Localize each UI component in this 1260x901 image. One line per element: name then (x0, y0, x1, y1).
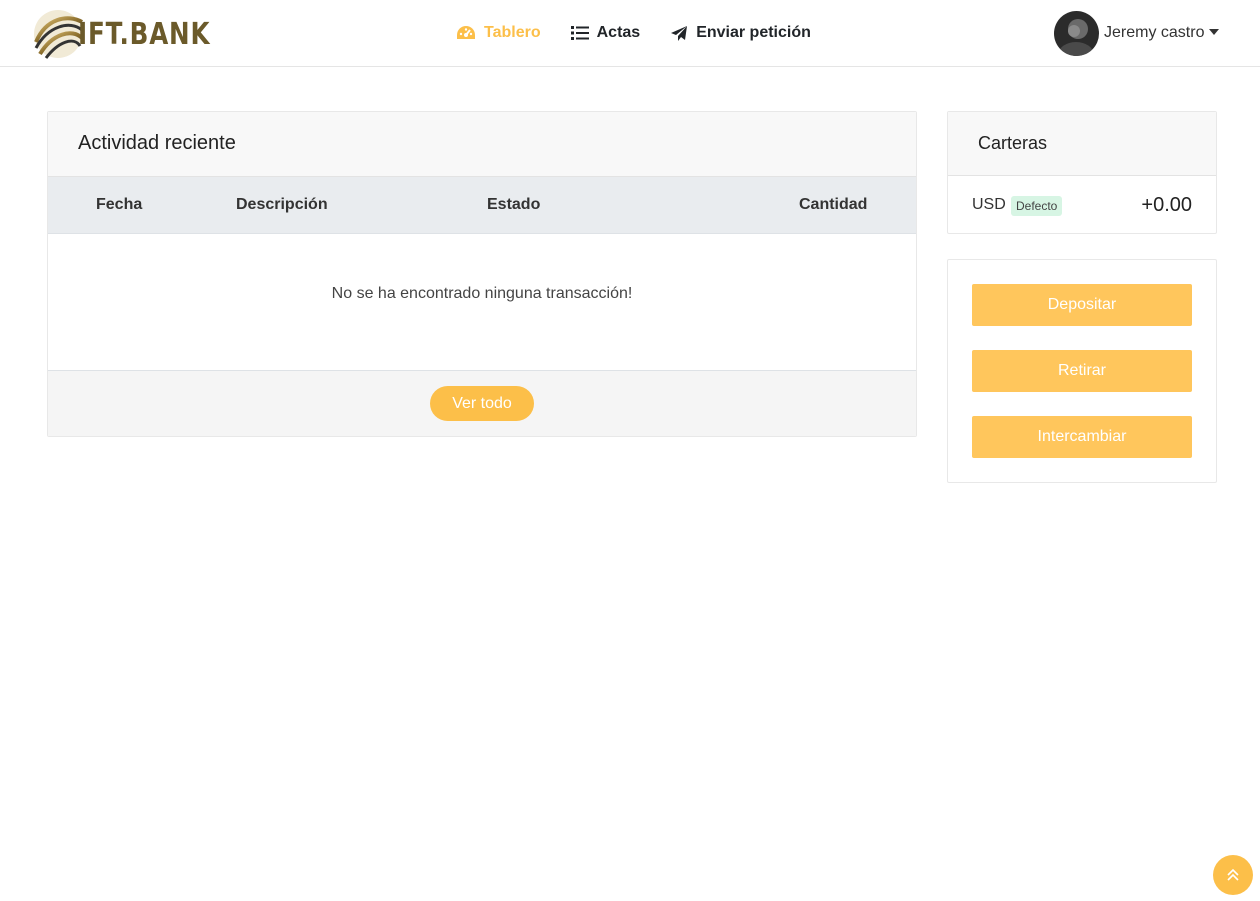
card-title: Carteras (948, 112, 1216, 176)
main-nav: Tablero Actas Enviar petición (456, 24, 841, 42)
view-all-button[interactable]: Ver todo (430, 386, 534, 421)
scroll-to-top-button[interactable] (1213, 855, 1253, 895)
logo-swirl-icon (34, 10, 84, 59)
chevron-down-icon (1209, 28, 1220, 35)
double-chevron-up-icon (1227, 868, 1239, 881)
wallet-currency: USD (972, 196, 1006, 213)
brand-logo[interactable]: IFT.BANK (32, 8, 239, 60)
top-navbar: IFT.BANK Tablero Actas Enviar petición J… (0, 0, 1260, 67)
default-badge: Defecto (1011, 196, 1063, 216)
exchange-button[interactable]: Intercambiar (972, 416, 1192, 458)
recent-activity-card: Actividad reciente Fecha Descripción Est… (47, 111, 917, 437)
withdraw-button[interactable]: Retirar (972, 350, 1192, 392)
avatar (1054, 11, 1099, 56)
nav-label: Tablero (484, 24, 541, 41)
column-header-fecha: Fecha (96, 196, 143, 213)
user-name: Jeremy castro (1104, 23, 1205, 41)
wallets-card: Carteras USD Defecto +0.00 (947, 111, 1217, 234)
logo-text: IFT.BANK (78, 16, 211, 52)
table-header: Fecha Descripción Estado Cantidad (48, 177, 916, 234)
deposit-button[interactable]: Depositar (972, 284, 1192, 326)
nav-tablero[interactable]: Tablero (456, 24, 541, 42)
empty-state-message: No se ha encontrado ninguna transacción! (48, 234, 916, 371)
nav-enviar-peticion[interactable]: Enviar petición (670, 24, 811, 42)
card-title: Actividad reciente (48, 112, 916, 177)
nav-label: Actas (596, 24, 641, 41)
paper-plane-icon (670, 25, 688, 42)
nav-label: Enviar petición (696, 24, 811, 41)
column-header-estado: Estado (487, 196, 541, 213)
dashboard-icon (456, 25, 476, 41)
actions-card: Depositar Retirar Intercambiar (947, 259, 1217, 483)
column-header-cantidad: Cantidad (799, 196, 868, 213)
wallet-row[interactable]: USD Defecto +0.00 (948, 176, 1216, 234)
column-header-descripcion: Descripción (236, 196, 328, 213)
user-menu[interactable]: Jeremy castro (1054, 11, 1220, 56)
list-icon (570, 25, 589, 41)
nav-actas[interactable]: Actas (570, 24, 641, 42)
wallet-balance: +0.00 (1141, 194, 1192, 216)
card-footer: Ver todo (48, 371, 916, 436)
